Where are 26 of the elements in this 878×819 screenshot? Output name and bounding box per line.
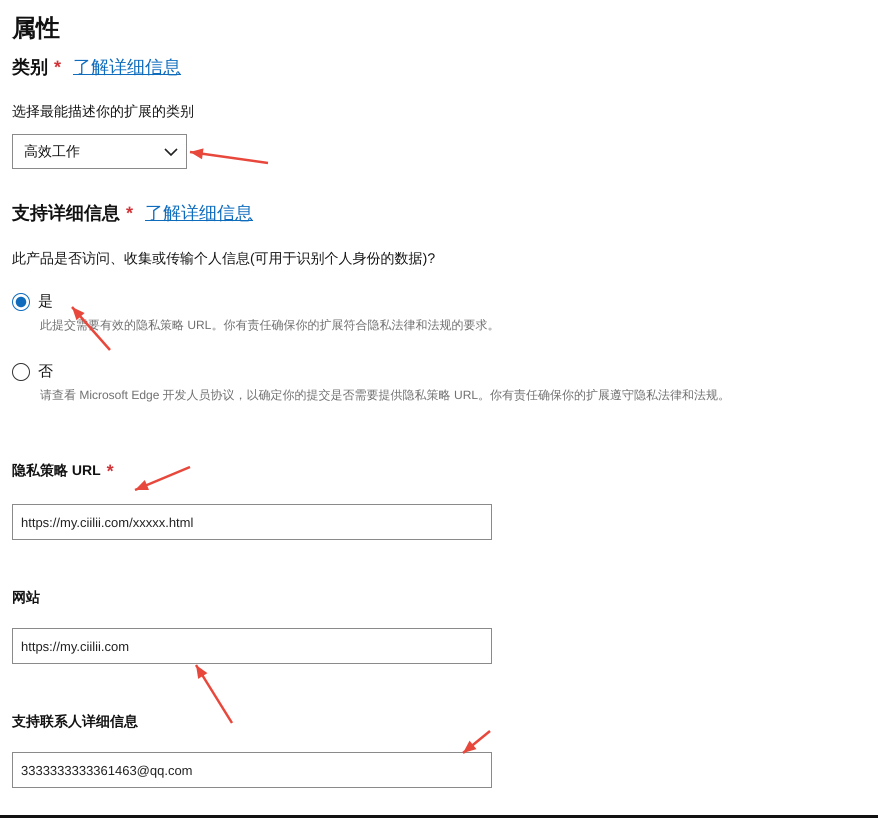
field-label: 支持联系人详细信息 — [12, 712, 138, 730]
category-description: 选择最能描述你的扩展的类别 — [12, 102, 195, 120]
annotation-arrow — [194, 664, 234, 724]
required-asterisk: * — [54, 56, 62, 78]
input-field[interactable]: 3333333333361463@qq.com — [12, 752, 492, 788]
input-field[interactable]: https://my.ciilii.com/xxxxx.html — [12, 504, 492, 540]
section-title: 支持详细信息 — [12, 202, 120, 225]
field-label: 隐私策略 URL — [12, 461, 101, 480]
option-description: 请查看 Microsoft Edge 开发人员协议，以确定你的提交是否需要提供隐私策略 URL。你有责任确保你的扩展遵守隐私法律和法规。 — [40, 387, 732, 403]
learn-more-link[interactable]: 了解详细信息 — [73, 55, 182, 79]
radio-label[interactable]: 是 — [38, 292, 53, 311]
chevron-down-icon — [164, 148, 178, 156]
category-dropdown[interactable]: 高效工作 — [12, 134, 187, 169]
radio-button[interactable] — [12, 292, 30, 310]
annotation-arrow — [134, 466, 190, 492]
question-text: 此产品是否访问、收集或传输个人信息(可用于识别个人身份的数据)? — [12, 249, 436, 267]
required-asterisk: * — [126, 202, 134, 224]
radio-button[interactable] — [12, 362, 30, 380]
input-field[interactable]: https://my.ciilii.com — [12, 628, 492, 664]
required-asterisk: * — [106, 461, 114, 482]
section-title: 类别 — [12, 56, 48, 79]
field-label: 网站 — [12, 588, 40, 606]
annotation-arrow — [462, 730, 491, 754]
page-title: 属性 — [12, 14, 61, 44]
learn-more-link[interactable]: 了解详细信息 — [145, 201, 254, 225]
radio-label[interactable]: 否 — [38, 362, 53, 381]
